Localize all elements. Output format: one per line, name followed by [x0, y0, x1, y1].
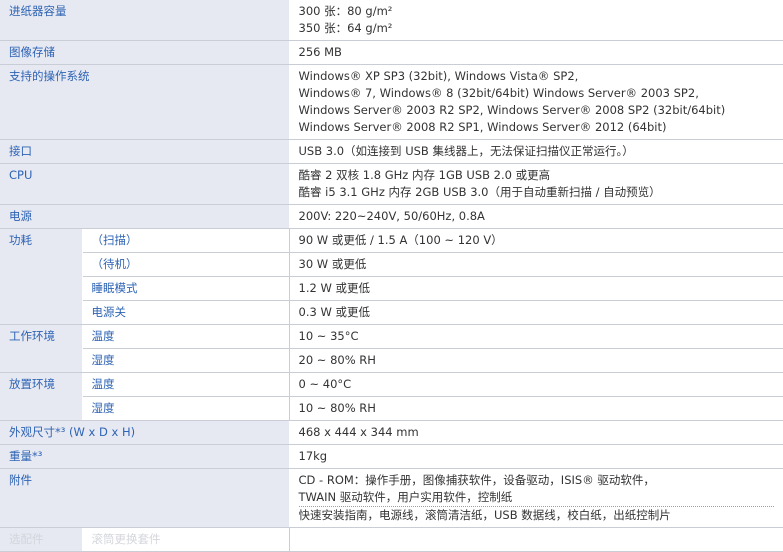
row-label: CPU: [0, 163, 290, 205]
row-value: 17kg: [289, 444, 783, 469]
row-value: 1.2 W 或更低: [289, 276, 783, 301]
row-sublabel: 电源关: [81, 300, 290, 325]
row-value: 468 x 444 x 344 mm: [289, 420, 783, 445]
table-row: 湿度 20 ~ 80% RH: [0, 348, 783, 373]
table-row: 湿度 10 ~ 80% RH: [0, 396, 783, 421]
row-label: 选配件: [0, 527, 83, 552]
row-value: CD - ROM：操作手册，图像捕获软件，设备驱动，ISIS® 驱动软件， TW…: [289, 468, 783, 528]
row-sublabel: 温度: [81, 324, 290, 349]
table-row: 工作环境 温度 10 ~ 35°C: [0, 324, 783, 373]
row-sublabel: 湿度: [81, 348, 290, 373]
table-row: （待机） 30 W 或更低: [0, 252, 783, 277]
row-value: 20 ~ 80% RH: [289, 348, 783, 373]
row-value: 200V: 220~240V, 50/60Hz, 0.8A: [289, 204, 783, 229]
value-line: TWAIN 驱动软件，用户实用软件，控制纸: [298, 490, 513, 504]
row-sublabel: 湿度: [81, 396, 290, 421]
value-line: CD - ROM：操作手册，图像捕获软件，设备驱动，ISIS® 驱动软件，: [298, 473, 655, 487]
table-row: 电源关 0.3 W 或更低: [0, 300, 783, 325]
row-sublabel: 温度: [81, 372, 290, 397]
table-row: 支持的操作系统 Windows® XP SP3 (32bit), Windows…: [0, 64, 783, 140]
row-value: 30 W 或更低: [289, 252, 783, 277]
row-value: 0 ~ 40°C: [289, 372, 783, 397]
table-row: 接口 USB 3.0（如连接到 USB 集线器上，无法保证扫描仪正常运行。）: [0, 139, 783, 164]
row-label: 接口: [0, 139, 290, 164]
table-row: 重量*³ 17kg: [0, 444, 783, 469]
value-line: 酷睿 i5 3.1 GHz 内存 2GB USB 3.0（用于自动重新扫描 / …: [298, 185, 661, 199]
row-value: 酷睿 2 双核 1.8 GHz 内存 1GB USB 2.0 或更高 酷睿 i5…: [289, 163, 783, 205]
row-value: 10 ~ 80% RH: [289, 396, 783, 421]
table-row: 选配件 滚筒更换套件: [0, 527, 783, 552]
value-line: 350 张：64 g/m²: [298, 21, 393, 35]
row-value: Windows® XP SP3 (32bit), Windows Vista® …: [289, 64, 783, 140]
table-row: 附件 CD - ROM：操作手册，图像捕获软件，设备驱动，ISIS® 驱动软件，…: [0, 468, 783, 528]
row-label: 电源: [0, 204, 290, 229]
row-sublabel: （待机）: [81, 252, 290, 277]
row-value: 300 张：80 g/m² 350 张：64 g/m²: [289, 0, 783, 41]
row-label: 支持的操作系统: [0, 64, 290, 140]
row-sublabel: （扫描）: [81, 228, 290, 253]
row-label: 外观尺寸*³ (W x D x H): [0, 420, 290, 445]
value-line: Windows Server® 2003 R2 SP2, Windows Ser…: [298, 103, 726, 117]
row-label: 图像存储: [0, 40, 290, 65]
row-label: 进纸器容量: [0, 0, 290, 41]
value-line: Windows® 7, Windows® 8 (32bit/64bit) Win…: [298, 86, 699, 100]
row-label: 功耗: [0, 228, 83, 325]
table-row: 放置环境 温度 0 ~ 40°C: [0, 372, 783, 421]
row-label: 放置环境: [0, 372, 83, 421]
row-value: 256 MB: [289, 40, 783, 65]
row-label: 附件: [0, 468, 290, 528]
row-value: USB 3.0（如连接到 USB 集线器上，无法保证扫描仪正常运行。）: [289, 139, 783, 164]
table-row: 外观尺寸*³ (W x D x H) 468 x 444 x 344 mm: [0, 420, 783, 445]
table-row: 功耗 （扫描） 90 W 或更低 / 1.5 A（100 ~ 120 V）: [0, 228, 783, 325]
value-line: Windows Server® 2008 R2 SP1, Windows Ser…: [298, 120, 667, 134]
row-value: 0.3 W 或更低: [289, 300, 783, 325]
value-line: 300 张：80 g/m²: [298, 4, 393, 18]
row-value: 90 W 或更低 / 1.5 A（100 ~ 120 V）: [289, 228, 783, 253]
row-sublabel: 睡眠模式: [81, 276, 290, 301]
table-row: 图像存储 256 MB: [0, 40, 783, 65]
row-sublabel: 滚筒更换套件: [81, 527, 290, 552]
row-label: 重量*³: [0, 444, 290, 469]
row-value: 10 ~ 35°C: [289, 324, 783, 349]
row-value: [289, 527, 783, 552]
value-line: Windows® XP SP3 (32bit), Windows Vista® …: [298, 69, 579, 83]
value-line: 酷睿 2 双核 1.8 GHz 内存 1GB USB 2.0 或更高: [298, 168, 551, 182]
table-row: 睡眠模式 1.2 W 或更低: [0, 276, 783, 301]
table-row: 进纸器容量 300 张：80 g/m² 350 张：64 g/m²: [0, 0, 783, 41]
spec-table: 进纸器容量 300 张：80 g/m² 350 张：64 g/m² 图像存储 2…: [0, 0, 783, 552]
table-row: CPU 酷睿 2 双核 1.8 GHz 内存 1GB USB 2.0 或更高 酷…: [0, 163, 783, 205]
row-label: 工作环境: [0, 324, 83, 373]
table-row: 电源 200V: 220~240V, 50/60Hz, 0.8A: [0, 204, 783, 229]
value-line: 快速安装指南，电源线，滚筒清洁纸，USB 数据线，校白纸，出纸控制片: [298, 506, 774, 524]
